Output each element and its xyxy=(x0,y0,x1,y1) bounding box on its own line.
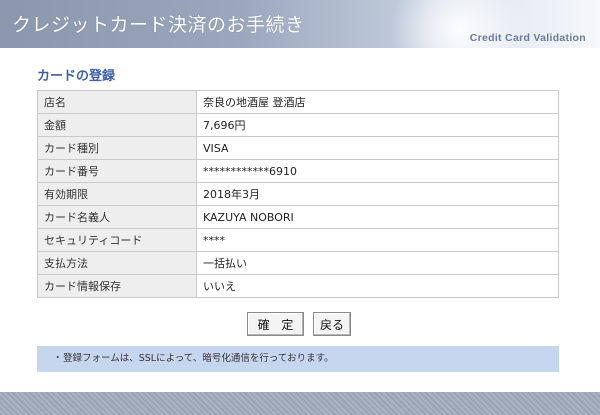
row-value: 一括払い xyxy=(196,251,559,275)
table-row: 支払方法 一括払い xyxy=(37,251,559,275)
page-subtitle: Credit Card Validation xyxy=(469,32,586,44)
confirm-button[interactable]: 確 定 xyxy=(247,312,304,336)
ssl-notice-text: 登録フォームは、SSLによって、暗号化通信を行っております。 xyxy=(63,353,334,364)
table-row: 有効期限 2018年3月 xyxy=(37,182,559,206)
table-row: カード番号 ************6910 xyxy=(37,159,559,183)
row-value: 2018年3月 xyxy=(196,182,559,206)
row-label: 店名 xyxy=(37,90,197,114)
table-row: 店名 奈良の地酒屋 登酒店 xyxy=(37,90,559,114)
row-label: 有効期限 xyxy=(37,182,197,206)
card-info-table: 店名 奈良の地酒屋 登酒店 金額 7,696円 カード種別 VISA カード番号… xyxy=(37,90,559,298)
table-row: カード種別 VISA xyxy=(37,136,559,160)
row-label: セキュリティコード xyxy=(37,228,197,252)
section-title: カードの登録 xyxy=(37,69,116,84)
row-value: 7,696円 xyxy=(196,113,559,137)
row-value: **** xyxy=(196,228,559,252)
row-label: 支払方法 xyxy=(37,251,197,275)
page-frame: クレジットカード決済のお手続き Credit Card Validation カ… xyxy=(0,0,600,415)
table-row: カード名義人 KAZUYA NOBORI xyxy=(37,205,559,229)
row-value: VISA xyxy=(196,136,559,160)
table-row: カード情報保存 いいえ xyxy=(37,274,559,298)
bullet-icon: ・ xyxy=(53,353,63,364)
row-value: 奈良の地酒屋 登酒店 xyxy=(196,90,559,114)
back-button[interactable]: 戻る xyxy=(313,312,351,336)
row-label: 金額 xyxy=(37,113,197,137)
row-label: カード情報保存 xyxy=(37,274,197,298)
row-label: カード名義人 xyxy=(37,205,197,229)
row-value: いいえ xyxy=(196,274,559,298)
footer-bar xyxy=(0,392,600,415)
row-value: KAZUYA NOBORI xyxy=(196,205,559,229)
table-row: 金額 7,696円 xyxy=(37,113,559,137)
row-label: カード種別 xyxy=(37,136,197,160)
row-label: カード番号 xyxy=(37,159,197,183)
page-title: クレジットカード決済のお手続き xyxy=(12,14,305,36)
header-banner: クレジットカード決済のお手続き Credit Card Validation xyxy=(0,0,600,48)
ssl-notice: ・ 登録フォームは、SSLによって、暗号化通信を行っております。 xyxy=(37,346,559,372)
table-row: セキュリティコード **** xyxy=(37,228,559,252)
row-value: ************6910 xyxy=(196,159,559,183)
